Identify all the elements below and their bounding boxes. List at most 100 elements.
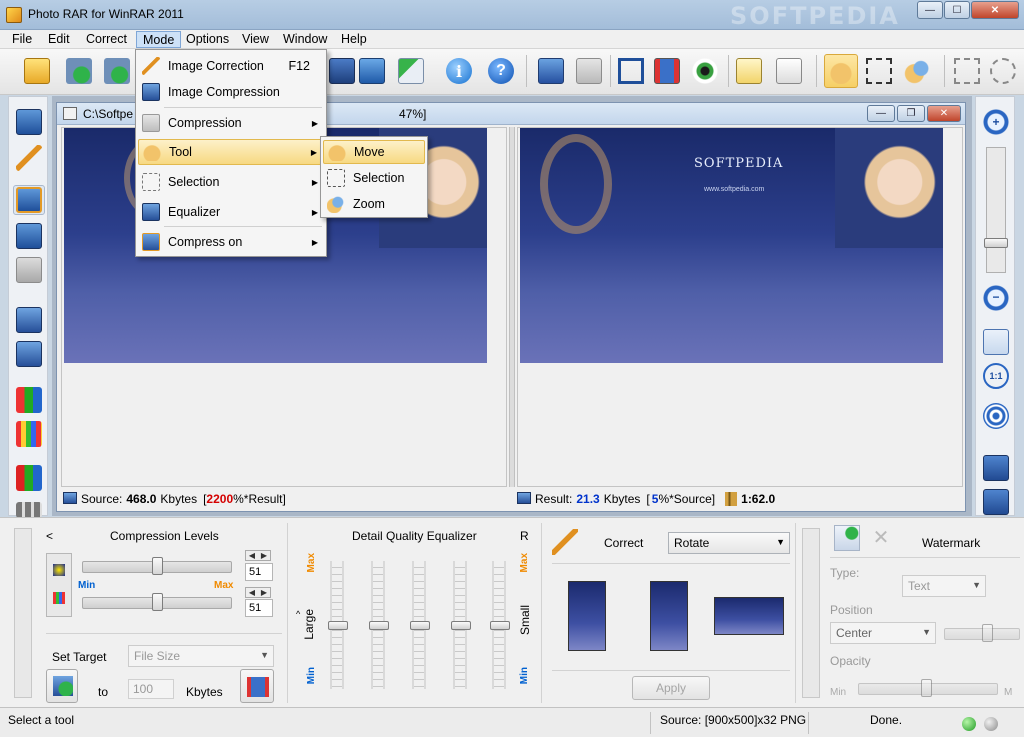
send-mail-button[interactable] bbox=[394, 54, 428, 88]
apply-button[interactable]: Apply bbox=[632, 676, 710, 700]
doc-close-button[interactable]: ✕ bbox=[927, 105, 961, 122]
rotate-left-thumbnail[interactable] bbox=[568, 581, 606, 651]
level2-spin[interactable]: ◀ ▶ bbox=[245, 587, 271, 598]
help-button[interactable]: ? bbox=[484, 54, 518, 88]
lock-image-button[interactable] bbox=[13, 221, 45, 251]
save-image-button[interactable] bbox=[325, 54, 359, 88]
notes-button[interactable] bbox=[772, 54, 806, 88]
compress-tool-button[interactable] bbox=[13, 185, 45, 215]
selection-tool-button[interactable] bbox=[862, 54, 896, 88]
batch-play-button[interactable] bbox=[62, 54, 96, 88]
move-tool-button[interactable] bbox=[824, 54, 858, 88]
rotate-right-thumbnail[interactable] bbox=[650, 581, 688, 651]
level2-value[interactable]: 51 bbox=[245, 599, 273, 617]
panel-scroll-left[interactable] bbox=[14, 528, 32, 698]
eq-band-5-thumb[interactable] bbox=[490, 621, 510, 630]
menu-file[interactable]: File bbox=[6, 31, 38, 48]
watermark-position-select[interactable]: Center ▼ bbox=[830, 622, 936, 644]
rotate-180-thumbnail[interactable] bbox=[714, 597, 784, 635]
doc-restore-button[interactable]: ❐ bbox=[897, 105, 925, 122]
target-type-select[interactable]: File Size ▼ bbox=[128, 645, 274, 667]
menu-edit[interactable]: Edit bbox=[42, 31, 76, 48]
menu-window[interactable]: Window bbox=[277, 31, 333, 48]
menu-help[interactable]: Help bbox=[335, 31, 373, 48]
actual-size-button[interactable]: 1:1 bbox=[980, 361, 1012, 391]
zoom-slider[interactable] bbox=[984, 147, 1008, 273]
copy-image-button[interactable] bbox=[534, 54, 568, 88]
palette-button[interactable] bbox=[13, 419, 45, 449]
rect-select-button[interactable] bbox=[950, 54, 984, 88]
resize-button[interactable] bbox=[650, 54, 684, 88]
eq-band-3[interactable] bbox=[410, 561, 430, 689]
eq-band-1-thumb[interactable] bbox=[328, 621, 348, 630]
level1-value[interactable]: 51 bbox=[245, 563, 273, 581]
maximize-button[interactable]: ☐ bbox=[944, 1, 970, 19]
preview-eye-button[interactable] bbox=[688, 54, 722, 88]
watermark-position-slider-thumb[interactable] bbox=[982, 624, 993, 642]
paste-button[interactable] bbox=[572, 54, 606, 88]
gray-image-button[interactable] bbox=[13, 255, 45, 285]
zoom-out-button[interactable]: − bbox=[980, 283, 1012, 313]
mode-tool[interactable]: Tool ▶ bbox=[138, 139, 324, 165]
eq-band-3-thumb[interactable] bbox=[410, 621, 430, 630]
image-list-button[interactable] bbox=[13, 305, 45, 335]
add-watermark-button[interactable] bbox=[834, 525, 860, 551]
histogram-button[interactable] bbox=[13, 463, 45, 493]
ellipse-select-button[interactable] bbox=[986, 54, 1020, 88]
color-bars-button[interactable] bbox=[13, 385, 45, 415]
fit-window-button[interactable] bbox=[980, 327, 1012, 357]
menu-view[interactable]: View bbox=[236, 31, 275, 48]
eq-band-4-thumb[interactable] bbox=[451, 621, 471, 630]
menu-options[interactable]: Options bbox=[180, 31, 235, 48]
equalizer-reset[interactable]: R bbox=[520, 529, 529, 543]
eq-band-5[interactable] bbox=[490, 561, 510, 689]
center-view-button[interactable] bbox=[980, 401, 1012, 431]
mode-selection[interactable]: Selection ▶ bbox=[138, 169, 324, 195]
eq-band-2[interactable] bbox=[369, 561, 389, 689]
run-button[interactable] bbox=[100, 54, 134, 88]
eq-band-4[interactable] bbox=[451, 561, 471, 689]
image-tool-button[interactable] bbox=[13, 107, 45, 137]
tile-horizontal-button[interactable] bbox=[980, 453, 1012, 483]
correct-operation-select[interactable]: Rotate ▼ bbox=[668, 532, 790, 554]
apply-target-button[interactable] bbox=[46, 669, 78, 703]
tool-selection[interactable]: Selection bbox=[323, 166, 425, 190]
mode-compression[interactable]: Compression ▶ bbox=[138, 110, 324, 136]
watermark-opacity-slider-thumb[interactable] bbox=[921, 679, 932, 697]
close-button[interactable]: ✕ bbox=[971, 1, 1019, 19]
batch-images-button[interactable] bbox=[13, 339, 45, 369]
mode-image-correction[interactable]: Image Correction F12 bbox=[138, 53, 324, 79]
open-folder-button[interactable] bbox=[20, 54, 54, 88]
mode-compress-on[interactable]: Compress on ▶ bbox=[138, 229, 324, 255]
watermark-type-select[interactable]: Text ▼ bbox=[902, 575, 986, 597]
edit-note-button[interactable] bbox=[732, 54, 766, 88]
level2-slider-thumb[interactable] bbox=[152, 593, 163, 611]
zoom-in-button[interactable]: + bbox=[980, 107, 1012, 137]
target-resize-button[interactable] bbox=[240, 669, 274, 703]
level1-slider-thumb[interactable] bbox=[152, 557, 163, 575]
crop-button[interactable] bbox=[614, 54, 648, 88]
image-preview-button[interactable] bbox=[355, 54, 389, 88]
tool-zoom[interactable]: Zoom bbox=[323, 192, 425, 216]
eq-band-1[interactable] bbox=[328, 561, 348, 689]
zoom-slider-thumb[interactable] bbox=[984, 238, 1008, 248]
panel-scroll-right[interactable] bbox=[802, 528, 820, 698]
target-value-input[interactable]: 100 bbox=[128, 679, 174, 699]
menu-mode[interactable]: Mode bbox=[136, 31, 182, 48]
tool-move[interactable]: Move bbox=[323, 140, 425, 164]
eq-band-2-thumb[interactable] bbox=[369, 621, 389, 630]
collapse-toggle[interactable]: < bbox=[46, 529, 53, 543]
result-canvas[interactable]: SOFTPEDIA www.softpedia.com bbox=[517, 127, 963, 487]
info-button[interactable]: i bbox=[442, 54, 476, 88]
zoom-tool-button[interactable] bbox=[900, 54, 934, 88]
view-splitter[interactable] bbox=[509, 127, 515, 487]
level1-spin[interactable]: ◀ ▶ bbox=[245, 550, 271, 561]
doc-minimize-button[interactable]: — bbox=[867, 105, 895, 122]
mode-image-compression[interactable]: Image Compression bbox=[138, 79, 324, 105]
magic-wand-button[interactable] bbox=[13, 143, 45, 173]
minimize-button[interactable]: — bbox=[917, 1, 943, 19]
remove-watermark-button[interactable]: ✕ bbox=[868, 525, 894, 551]
menu-correct[interactable]: Correct bbox=[80, 31, 133, 48]
mode-equalizer[interactable]: Equalizer ▶ bbox=[138, 199, 324, 225]
tile-vertical-button[interactable] bbox=[980, 487, 1012, 517]
